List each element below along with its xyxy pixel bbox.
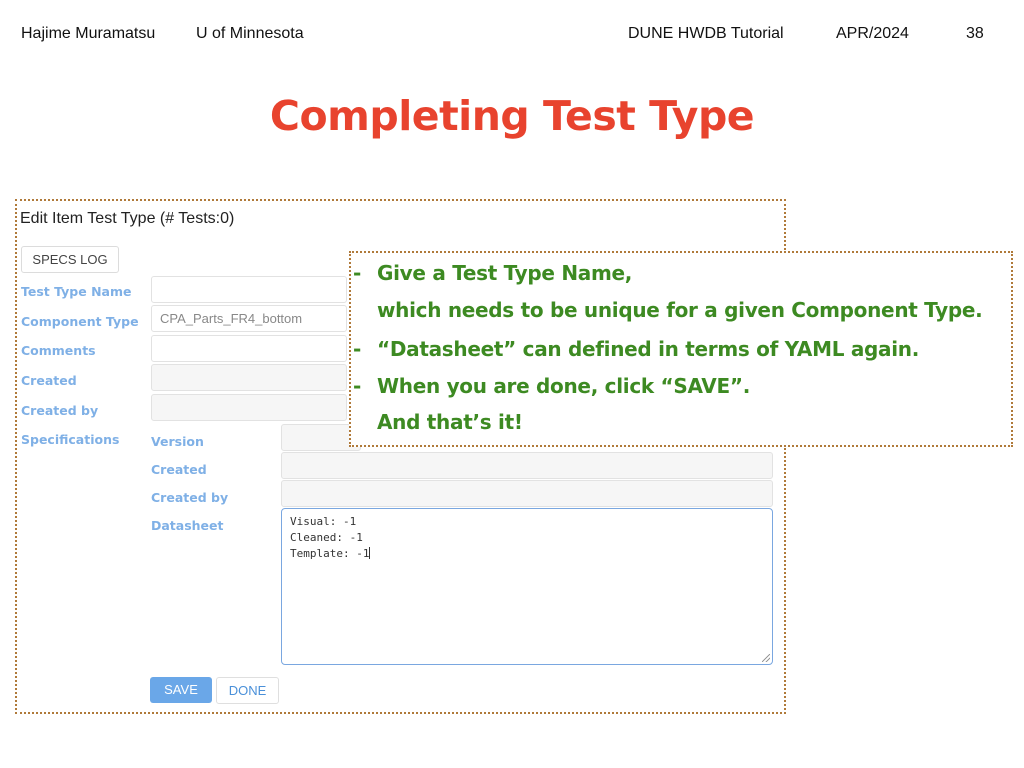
page-number: 38 — [966, 25, 984, 42]
label-spec-created: Created — [151, 462, 207, 477]
callout-line: which needs to be unique for a given Com… — [377, 298, 983, 322]
callout-line: And that’s it! — [377, 410, 523, 434]
test-type-name-input[interactable] — [151, 276, 347, 303]
header-date: APR/2024 — [836, 25, 909, 42]
text-caret — [369, 547, 371, 559]
spec-created-by-field — [281, 480, 773, 507]
save-button[interactable]: SAVE — [150, 677, 212, 703]
instruction-callout: - Give a Test Type Name, which needs to … — [349, 251, 1013, 447]
label-created: Created — [21, 373, 77, 388]
form-title: Edit Item Test Type (# Tests:0) — [20, 210, 235, 227]
label-spec-version: Version — [151, 434, 204, 449]
done-button[interactable]: DONE — [216, 677, 279, 704]
label-component-type: Component Type — [21, 314, 139, 329]
header-institution: U of Minnesota — [196, 25, 304, 42]
created-by-field — [151, 394, 347, 421]
label-comments: Comments — [21, 343, 96, 358]
header-author: Hajime Muramatsu — [21, 25, 156, 42]
callout-line: Give a Test Type Name, — [377, 261, 633, 285]
bullet-dash: - — [353, 374, 362, 398]
datasheet-line: Visual: -1 — [290, 515, 357, 528]
label-spec-created-by: Created by — [151, 490, 229, 505]
bullet-dash: - — [353, 337, 362, 361]
label-specifications: Specifications — [21, 432, 120, 447]
callout-line: “Datasheet” can defined in terms of YAML… — [377, 337, 920, 361]
component-type-field[interactable]: CPA_Parts_FR4_bottom — [151, 305, 347, 332]
label-created-by: Created by — [21, 403, 99, 418]
bullet-dash: - — [353, 261, 362, 285]
header-talk: DUNE HWDB Tutorial — [628, 25, 784, 42]
created-field — [151, 364, 347, 391]
callout-line: When you are done, click “SAVE”. — [377, 374, 750, 398]
datasheet-line-text: Template: -1 — [290, 547, 370, 560]
resize-grip-icon[interactable] — [762, 654, 770, 662]
comments-input[interactable] — [151, 335, 347, 362]
datasheet-textarea[interactable]: Visual: -1 Cleaned: -1 Template: -1 — [281, 508, 773, 665]
datasheet-line: Cleaned: -1 — [290, 531, 363, 544]
label-datasheet: Datasheet — [151, 518, 224, 533]
label-test-type-name: Test Type Name — [21, 284, 132, 299]
spec-created-field — [281, 452, 773, 479]
datasheet-line: Template: -1 — [290, 546, 764, 562]
specs-log-button[interactable]: SPECS LOG — [21, 246, 119, 273]
slide-title: Completing Test Type — [269, 92, 755, 140]
